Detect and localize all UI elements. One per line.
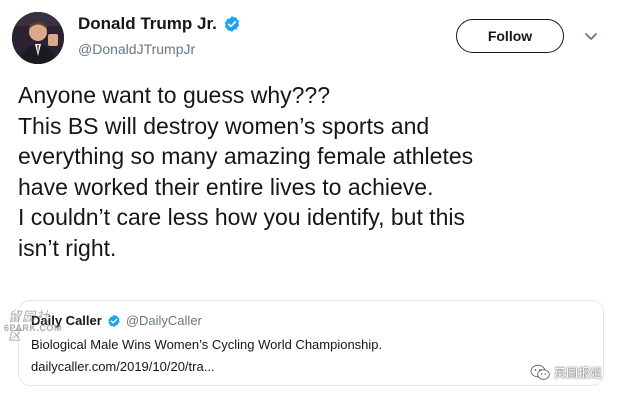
quoted-tweet-link[interactable]: dailycaller.com/2019/10/20/tra... bbox=[31, 359, 215, 374]
tweet-line: have worked their entire lives to achiev… bbox=[18, 173, 434, 200]
tweet-line: Anyone want to guess why??? bbox=[18, 82, 330, 108]
tweet-text: Anyone want to guess why??? This BS will… bbox=[18, 80, 618, 263]
tweet-line: I couldn’t care less how you identify, b… bbox=[18, 204, 466, 230]
quoted-tweet-text: Biological Male Wins Women’s Cycling Wor… bbox=[31, 337, 383, 352]
forum-watermark: 留园社区 6PARK.COM bbox=[2, 306, 62, 344]
quoted-author-handle[interactable]: @DailyCaller bbox=[126, 313, 202, 328]
author-name-row[interactable]: Donald Trump Jr. bbox=[78, 14, 241, 34]
wechat-watermark: 英国报姐 bbox=[530, 364, 602, 381]
avatar-image bbox=[12, 12, 64, 64]
wechat-icon bbox=[530, 364, 550, 381]
wechat-account-name: 英国报姐 bbox=[554, 366, 603, 380]
author-handle[interactable]: @DonaldJTrumpJr bbox=[78, 41, 195, 57]
verified-badge-icon bbox=[223, 15, 241, 33]
tweet-line: isn’t right. bbox=[18, 234, 117, 261]
forum-watermark-sub: 6PARK.COM bbox=[4, 323, 62, 333]
tweet-line: This BS will destroy women’s sports and bbox=[18, 112, 430, 139]
tweet-line: everything so many amazing female athlet… bbox=[18, 143, 474, 169]
author-display-name[interactable]: Donald Trump Jr. bbox=[78, 14, 217, 34]
quoted-tweet-card[interactable]: Daily Caller @DailyCaller Biological Mal… bbox=[18, 300, 604, 386]
quoted-verified-badge-icon bbox=[107, 314, 121, 328]
avatar[interactable] bbox=[12, 12, 64, 64]
chevron-down-icon[interactable] bbox=[583, 28, 599, 44]
follow-button[interactable]: Follow bbox=[456, 19, 564, 53]
